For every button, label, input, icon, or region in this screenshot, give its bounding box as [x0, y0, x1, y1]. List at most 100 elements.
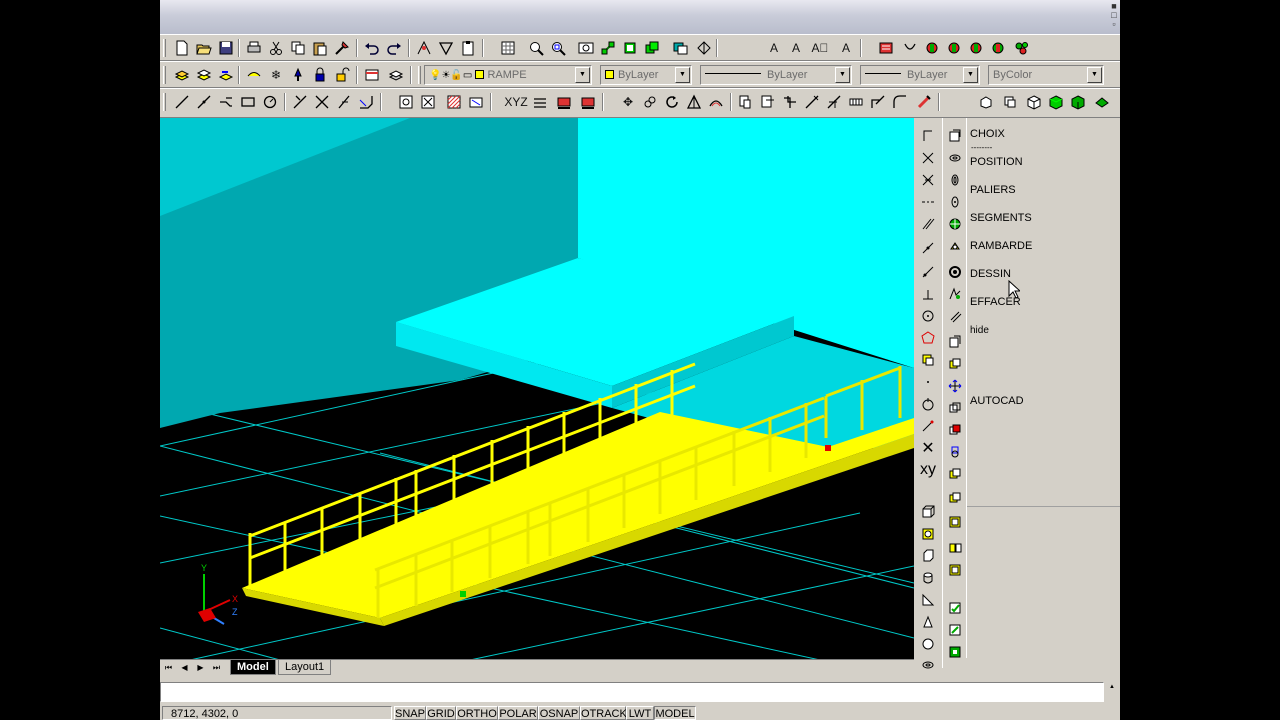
tab-model[interactable]: Model [230, 660, 276, 675]
construction-line-icon[interactable] [194, 92, 214, 112]
explode-red-icon[interactable] [914, 92, 934, 112]
vdiag-icon[interactable] [918, 238, 938, 258]
menu-item-dessin[interactable]: DESSIN [970, 268, 1011, 280]
fillet-icon[interactable] [356, 92, 376, 112]
menu-item-hide[interactable]: hide [970, 325, 989, 336]
vsection-icon[interactable] [945, 332, 965, 352]
offset-icon[interactable] [706, 92, 726, 112]
cylinder-red-icon[interactable] [922, 38, 942, 58]
block-icon[interactable] [396, 92, 416, 112]
undo-icon[interactable] [362, 38, 382, 58]
copy-object-icon[interactable] [640, 92, 660, 112]
line-icon[interactable] [172, 92, 192, 112]
layer-previous-icon[interactable] [216, 65, 236, 85]
point-icon[interactable] [578, 92, 598, 112]
toggle-osnap[interactable]: OSNAP [538, 706, 580, 720]
toggle-lwt[interactable]: LWT [626, 706, 654, 720]
toolbar-grip[interactable] [163, 39, 166, 57]
vuser-icon[interactable] [945, 126, 965, 146]
torus-icon[interactable] [1068, 92, 1088, 112]
vparallel-icon[interactable] [918, 214, 938, 234]
vrevolve-icon[interactable] [945, 262, 965, 282]
toggle-grid[interactable]: GRID [426, 706, 456, 720]
trim-icon[interactable] [290, 92, 310, 112]
named-views-icon[interactable] [498, 38, 518, 58]
vellipse-icon[interactable] [945, 170, 965, 190]
vellipse2-icon[interactable] [945, 192, 965, 212]
chevron-down-icon[interactable]: ▼ [835, 67, 850, 83]
fillet-arc-icon[interactable] [890, 92, 910, 112]
vsubtract-icon[interactable] [945, 376, 965, 396]
break-icon[interactable] [334, 92, 354, 112]
solid-green-icon[interactable] [1092, 92, 1112, 112]
hatch-icon[interactable] [444, 92, 464, 112]
vdiag2-icon[interactable] [918, 262, 938, 282]
vwedge-icon[interactable] [918, 590, 938, 610]
tab-layout1[interactable]: Layout1 [278, 660, 332, 675]
zoom-window-icon[interactable] [548, 38, 568, 58]
vxy-icon[interactable]: xy [918, 460, 938, 480]
vsolid-icon[interactable] [918, 524, 938, 544]
cut-icon[interactable] [266, 38, 286, 58]
sphere-solid-icon[interactable] [1046, 92, 1066, 112]
layer-sets-icon[interactable] [310, 65, 330, 85]
scroll-up-icon[interactable]: ▲ [1106, 683, 1118, 691]
next-tab-icon[interactable]: ▶ [194, 661, 207, 674]
grip-point-green[interactable] [460, 591, 466, 597]
first-tab-icon[interactable]: ⏮ [162, 661, 175, 674]
toggle-otrack[interactable]: OTRACK [580, 706, 627, 720]
plotstyle-dropdown[interactable]: ByColor ▼ [988, 65, 1104, 85]
vextract-icon[interactable] [945, 442, 965, 462]
text-style-icon[interactable]: A [764, 38, 784, 58]
vunion-icon[interactable] [945, 354, 965, 374]
vdash-icon[interactable] [918, 192, 938, 212]
toggle-polar[interactable]: POLAR [498, 706, 538, 720]
vpolygon-icon[interactable] [918, 328, 938, 348]
circle-icon[interactable] [260, 92, 280, 112]
vglobe-icon[interactable] [945, 214, 965, 234]
text-icon[interactable]: A [786, 38, 806, 58]
vshell-icon[interactable] [945, 538, 965, 558]
command-scrollbar[interactable]: ▲ [1104, 682, 1120, 702]
vseparate-icon[interactable] [945, 560, 965, 580]
vtorus-icon[interactable] [918, 654, 938, 674]
open-icon[interactable] [194, 38, 214, 58]
polyline-icon[interactable] [216, 92, 236, 112]
vedit-solid-icon[interactable] [945, 642, 965, 662]
lock-icon[interactable] [288, 65, 308, 85]
redo-icon[interactable] [384, 38, 404, 58]
toolbar-grip[interactable] [418, 66, 421, 84]
menu-item-segments[interactable]: SEGMENTS [970, 212, 1032, 224]
verase-icon[interactable]: ✕ [918, 438, 938, 458]
command-line[interactable] [160, 682, 1104, 702]
color-dropdown[interactable]: ByLayer ▼ [600, 65, 692, 85]
explode-icon[interactable] [802, 92, 822, 112]
vline-icon[interactable] [918, 126, 938, 146]
toolbar-grip[interactable] [163, 93, 166, 111]
cylinder-green-icon[interactable] [944, 38, 964, 58]
toolbar-icon[interactable] [900, 38, 920, 58]
vslice-icon[interactable] [945, 306, 965, 326]
vcross2-icon[interactable] [918, 170, 938, 190]
rectangle-icon[interactable] [238, 92, 258, 112]
vcylinder-icon[interactable] [918, 568, 938, 588]
paste-icon[interactable] [310, 38, 330, 58]
chevron-down-icon[interactable]: ▼ [675, 67, 690, 83]
vrotate-icon[interactable] [918, 394, 938, 414]
vintersect-icon[interactable] [945, 398, 965, 418]
vpen-icon[interactable] [918, 416, 938, 436]
extend-icon[interactable] [312, 92, 332, 112]
lineweight-dropdown[interactable]: ByLayer ▼ [860, 65, 980, 85]
linetype-dropdown[interactable]: ByLayer ▼ [700, 65, 852, 85]
toggle-model[interactable]: MODEL [654, 706, 696, 720]
scale-icon[interactable] [736, 92, 756, 112]
chevron-down-icon[interactable]: ▼ [575, 67, 590, 83]
drawing-viewport[interactable]: Y X Z [160, 118, 914, 660]
layer-walk-icon[interactable] [386, 65, 406, 85]
rotate-icon[interactable] [662, 92, 682, 112]
design-center-icon[interactable] [694, 38, 714, 58]
vextrude-icon[interactable] [945, 284, 965, 304]
chevron-down-icon[interactable]: ▼ [1087, 67, 1102, 83]
filter-icon[interactable] [436, 38, 456, 58]
new-icon[interactable] [172, 38, 192, 58]
